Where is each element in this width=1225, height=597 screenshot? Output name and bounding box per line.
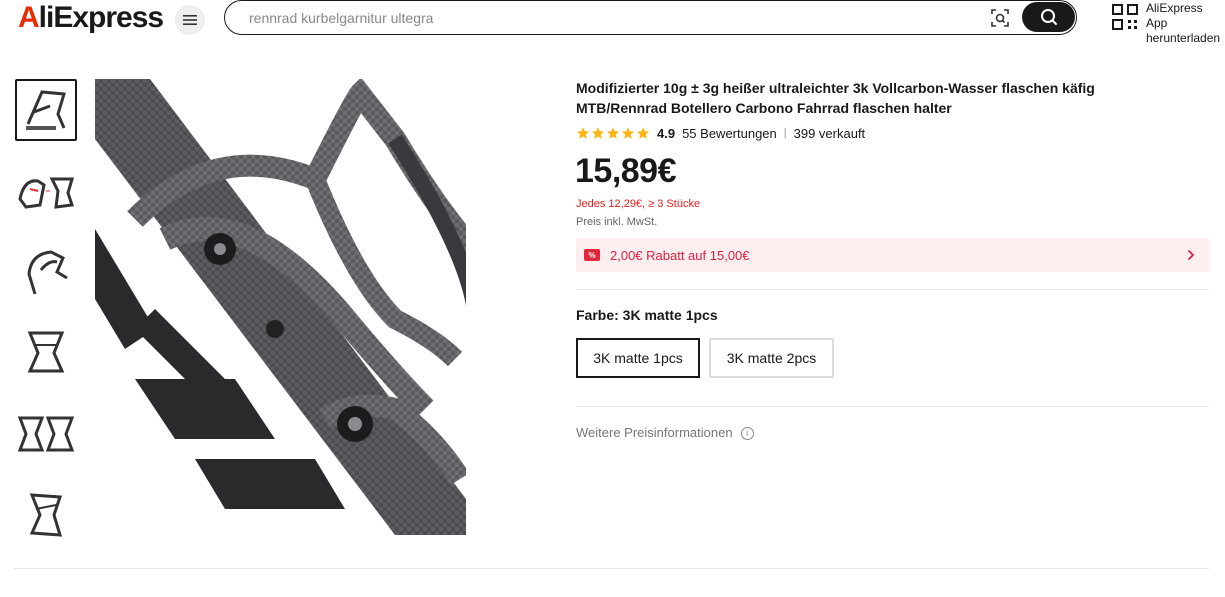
thumbnail-5[interactable]	[15, 403, 77, 465]
rating-stars	[576, 126, 650, 140]
header: AliExpress rennrad kurbelgarnitur ultegr…	[0, 0, 1225, 45]
cage-front-thumb-icon	[26, 90, 66, 130]
option-3k-matte-1pcs[interactable]: 3K matte 1pcs	[576, 338, 700, 378]
cage-side-thumb-icon	[27, 250, 68, 295]
star-icon	[576, 127, 590, 139]
rating-value: 4.9	[657, 125, 676, 141]
option-3k-matte-2pcs[interactable]: 3K matte 2pcs	[709, 338, 834, 378]
app-line-2: herunterladen	[1146, 31, 1221, 45]
search-icon	[1040, 9, 1057, 25]
coupon-banner[interactable]: % 2,00€ Rabatt auf 15,00€	[576, 238, 1209, 272]
vat-note: Preis inkl. MwSt.	[576, 216, 658, 228]
product-title: Modifizierter 10g ± 3g heißer ultraleich…	[576, 80, 1095, 116]
app-line-1: AliExpress App	[1146, 1, 1203, 30]
hamburger-icon	[183, 15, 197, 25]
divider	[576, 406, 1209, 407]
divider	[14, 568, 1209, 569]
image-search-icon[interactable]	[990, 8, 1010, 28]
cage-pair-front-thumb-icon	[17, 416, 75, 452]
qr-code-icon[interactable]	[1112, 4, 1138, 30]
menu-button[interactable]	[175, 5, 205, 35]
star-icon	[636, 127, 650, 139]
star-icon	[591, 127, 605, 139]
divider	[576, 289, 1209, 290]
app-download-link[interactable]: AliExpress App herunterladen	[1146, 1, 1225, 46]
star-icon	[606, 127, 620, 139]
coupon-text: 2,00€ Rabatt auf 15,00€	[610, 247, 750, 263]
separator: |	[783, 127, 787, 139]
tier-price: Jedes 12,29€, ≥ 3 Stücke	[576, 198, 701, 210]
reviews-link[interactable]: 55 Bewertungen	[682, 126, 777, 141]
thumbnail-6[interactable]	[15, 484, 77, 546]
search-input[interactable]: rennrad kurbelgarnitur ultegra	[249, 9, 433, 27]
sold-count: 399 verkauft	[793, 125, 866, 141]
cage-angle-thumb-icon	[29, 493, 63, 537]
thumbnail-3[interactable]	[15, 241, 77, 303]
info-icon[interactable]: i	[740, 426, 754, 440]
thumbnail-1[interactable]	[15, 79, 77, 141]
carbon-cage-photo	[95, 79, 466, 535]
more-info-label: Weitere Preisinformationen	[576, 425, 733, 440]
coupon-icon: %	[584, 249, 600, 261]
thumbnail-2[interactable]	[15, 160, 77, 222]
cage-front-thumb-icon	[27, 331, 65, 373]
search-bar[interactable]: rennrad kurbelgarnitur ultegra	[224, 0, 1077, 35]
search-button[interactable]	[1022, 2, 1075, 32]
chevron-right-icon	[1187, 249, 1195, 261]
price: 15,89€	[575, 152, 677, 190]
thumbnail-4[interactable]	[15, 322, 77, 384]
more-price-info[interactable]: Weitere Preisinformationen i	[576, 425, 754, 441]
rating-row: 4.9 55 Bewertungen | 399 verkauft	[576, 124, 865, 142]
cage-pair-thumb-icon	[18, 177, 75, 209]
star-icon	[621, 127, 635, 139]
color-label: Farbe: 3K matte 1pcs	[576, 307, 718, 323]
aliexpress-logo[interactable]: AliExpress	[18, 2, 164, 34]
main-product-image[interactable]	[95, 79, 466, 535]
